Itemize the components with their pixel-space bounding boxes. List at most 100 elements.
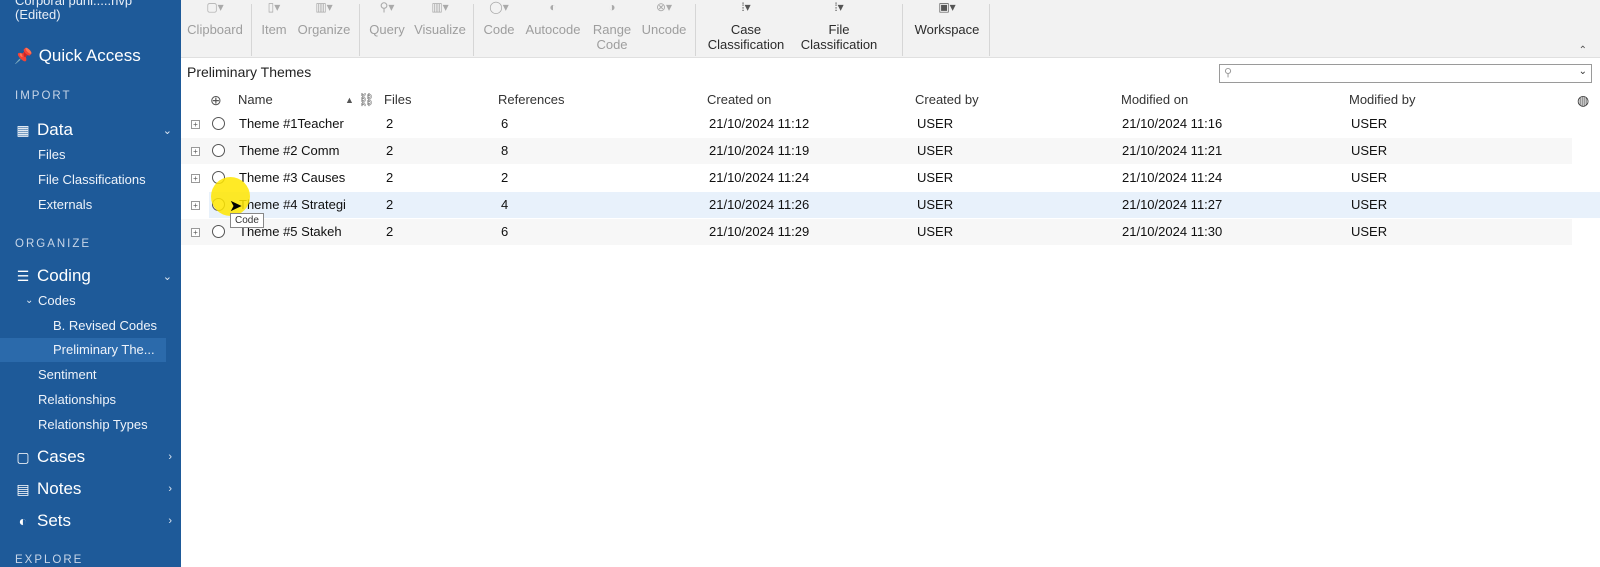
clipboard-label: Clipboard [187,22,243,37]
sidebar-item-codes[interactable]: Codes [38,292,76,310]
ribbon-toolbar: ▢▾ Clipboard ▯▾ Item ▥▾ Organize ⚲▾ Quer… [181,0,1600,58]
chevron-down-icon[interactable]: ⌄ [25,295,33,306]
ribbon-separator [359,4,360,56]
item-icon: ▯▾ [267,0,281,14]
cell-modified-on: 21/10/2024 11:27 [1122,197,1223,212]
table-row[interactable]: + Theme #2 Comm 2 8 21/10/2024 11:19 USE… [181,138,1572,164]
case-classification-button[interactable]: ⁞▾ Case Classification [703,0,789,52]
column-header-created-on[interactable]: Created on [707,90,771,110]
code-button[interactable]: ◯▾ Code [481,0,517,37]
visualize-label: Visualize [414,22,466,37]
cell-references: 4 [501,197,509,212]
chevron-down-icon[interactable]: ⌄ [1579,66,1587,77]
table-row[interactable]: + Theme #1Teacher 2 6 21/10/2024 11:12 U… [181,111,1572,137]
coding-group-header[interactable]: ☰ Coding ⌄ [14,265,174,287]
column-header-modified-on[interactable]: Modified on [1121,90,1188,110]
sidebar-item-sentiment[interactable]: Sentiment [38,366,97,384]
item-label: Item [261,22,287,37]
link-icon: ⛓ [358,92,375,107]
uncode-button[interactable]: ⊗▾ Uncode [639,0,689,37]
sort-ascending-icon[interactable]: ▲ [345,90,354,110]
sidebar-item-file-classifications[interactable]: File Classifications [38,171,146,189]
cell-modified-on: 21/10/2024 11:24 [1122,170,1223,185]
cell-files: 2 [386,197,394,212]
column-header-modified-by[interactable]: Modified by [1349,90,1415,110]
table-row[interactable]: + Theme #5 Stakeh 2 6 21/10/2024 11:29 U… [181,219,1572,245]
cases-group-header[interactable]: ▢ Cases › [14,446,174,468]
table-row-selected[interactable]: + Theme #4 Strategi 2 4 21/10/2024 11:26… [191,192,1600,218]
cell-files: 2 [386,143,394,158]
expand-icon[interactable]: + [191,120,200,129]
sets-group-header[interactable]: ◐ Sets › [14,510,174,532]
search-icon: ⚲ [1224,67,1233,79]
collapse-ribbon-icon[interactable]: ⌃ [1579,45,1587,56]
code-icon: ◯▾ [489,0,509,14]
notes-group-label: Notes [37,479,82,498]
notes-group-header[interactable]: ▤ Notes › [14,478,174,500]
chevron-right-icon: › [168,483,172,495]
ribbon-separator [251,4,252,56]
project-title: Corporal puni.....nvp (Edited) [15,0,133,22]
cell-modified-on: 21/10/2024 11:16 [1122,116,1223,131]
file-classification-label-1: File [828,22,850,37]
column-header-name[interactable]: Name [238,90,273,110]
sidebar-item-files[interactable]: Files [38,146,65,164]
cell-files: 2 [386,116,394,131]
code-circle-icon [212,225,225,238]
range-code-button[interactable]: ◑ Range Code [591,0,633,52]
sidebar-item-revised-codes[interactable]: B. Revised Codes [53,317,157,335]
code-circle-icon [212,144,225,157]
column-header-created-by[interactable]: Created by [915,90,979,110]
quick-access-link[interactable]: 📌 Quick Access [14,45,141,67]
coding-group-label: Coding [37,266,91,285]
sidebar-item-relationship-types[interactable]: Relationship Types [38,416,148,434]
file-classification-label-2: Classification [800,37,878,52]
autocode-button[interactable]: ◐ Autocode [523,0,583,37]
cell-modified-by: USER [1351,170,1388,185]
column-header-references[interactable]: References [498,90,564,110]
table-row[interactable]: + Theme #3 Causes 2 2 21/10/2024 11:24 U… [181,165,1572,191]
sidebar-item-relationships[interactable]: Relationships [38,391,116,409]
cell-created-on: 21/10/2024 11:19 [709,143,810,158]
notes-icon: ▤ [16,480,30,497]
clipboard-button[interactable]: ▢▾ Clipboard [187,0,243,37]
workspace-label: Workspace [914,22,980,37]
workspace-button[interactable]: ▣▾ Workspace [910,0,984,37]
expand-icon[interactable]: + [191,147,200,156]
file-classification-icon: ⁞▾ [834,0,844,14]
cell-modified-on: 21/10/2024 11:30 [1122,224,1223,239]
code-label: Code [483,22,515,37]
sidebar-item-externals[interactable]: Externals [38,196,92,214]
expand-icon[interactable]: + [191,174,200,183]
ribbon-separator [473,4,474,56]
item-button[interactable]: ▯▾ Item [259,0,289,37]
cell-files: 2 [386,170,394,185]
palette-icon[interactable]: ◍ [1577,90,1589,110]
organize-button[interactable]: ▥▾ Organize [297,0,351,37]
add-column-icon[interactable]: ⊕ [210,90,222,110]
cell-created-on: 21/10/2024 11:12 [709,116,810,131]
import-section-heading: IMPORT [15,90,72,102]
chevron-down-icon: ⌄ [162,124,172,137]
query-button[interactable]: ⚲▾ Query [367,0,407,37]
visualize-button[interactable]: ▥▾ Visualize [413,0,467,37]
cell-references: 6 [501,224,509,239]
data-group-header[interactable]: ▦ Data ⌄ [14,119,174,141]
search-input[interactable]: ⚲ ⌄ [1219,64,1592,83]
cell-created-on: 21/10/2024 11:24 [709,170,810,185]
sidebar-item-preliminary-themes[interactable]: Preliminary The... [53,341,155,359]
expand-icon[interactable]: + [191,201,200,210]
autocode-icon: ◐ [549,0,557,14]
cell-modified-by: USER [1351,197,1388,212]
file-classification-button[interactable]: ⁞▾ File Classification [793,0,885,52]
organize-icon: ▥▾ [315,0,333,14]
cell-modified-by: USER [1351,143,1388,158]
cell-modified-on: 21/10/2024 11:21 [1122,143,1223,158]
cases-group-label: Cases [37,447,86,466]
nvivo-window: Corporal puni.....nvp (Edited) 📌 Quick A… [0,0,1600,567]
data-group-label: Data [37,120,73,139]
expand-icon[interactable]: + [191,228,200,237]
ribbon-separator [989,4,990,56]
cell-created-by: USER [917,116,954,131]
column-header-files[interactable]: Files [384,90,411,110]
